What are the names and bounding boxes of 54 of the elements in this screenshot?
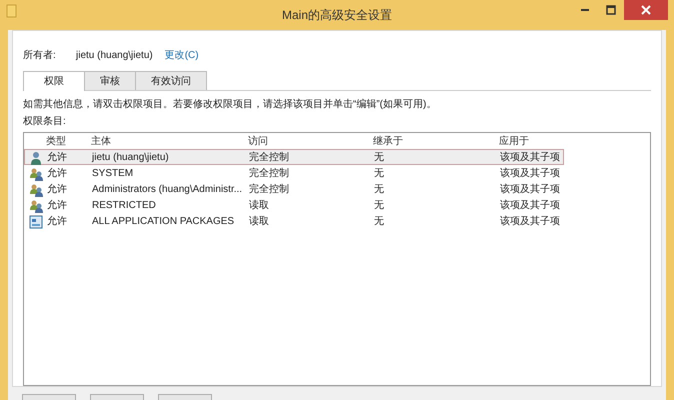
minimize-icon bbox=[581, 9, 589, 11]
table-cell-text: 完全控制 bbox=[249, 150, 290, 165]
table-cell-text: SYSTEM bbox=[92, 167, 134, 181]
close-icon bbox=[641, 5, 651, 15]
table-cell-text: 无 bbox=[374, 151, 385, 165]
table-cell-text: 无 bbox=[374, 183, 385, 197]
column-header[interactable]: 主体 bbox=[91, 134, 248, 148]
table-cell-text: 读取 bbox=[249, 214, 270, 229]
column-header[interactable]: 继承于 bbox=[373, 134, 499, 148]
folder-icon bbox=[6, 4, 18, 18]
table-cell-text: 无 bbox=[374, 167, 385, 181]
column-header[interactable]: 类型 bbox=[46, 134, 91, 148]
maximize-icon bbox=[606, 5, 616, 15]
column-header[interactable]: 访问 bbox=[248, 134, 373, 148]
tab[interactable]: 审核 bbox=[84, 71, 136, 90]
table-cell-text: 该项及其子项 bbox=[500, 214, 561, 229]
info-text: 如需其他信息，请双击权限项目。若要修改权限项目，请选择该项目并单击“编辑”(如果可用)。 bbox=[23, 98, 438, 112]
table-cell-text: 该项及其子项 bbox=[500, 198, 561, 213]
table-cell-text: Administrators (huang\Administr... bbox=[92, 183, 244, 197]
table-cell-text: 读取 bbox=[249, 198, 270, 213]
window-title: Main的高级安全设置 bbox=[282, 7, 392, 24]
table-cell-text: RESTRICTED bbox=[92, 199, 157, 213]
tab[interactable]: 权限 bbox=[23, 71, 85, 91]
table-cell-text: 允许 bbox=[47, 198, 68, 213]
table-cell-text: 允许 bbox=[47, 214, 68, 229]
list-label: 权限条目: bbox=[23, 114, 67, 129]
change-link[interactable]: 更改(C) bbox=[164, 48, 199, 63]
table-cell-text: jietu (huang\jietu) bbox=[92, 151, 170, 165]
user-group-icon bbox=[29, 166, 43, 180]
close-button[interactable] bbox=[624, 0, 668, 20]
table-cell-text: 完全控制 bbox=[249, 166, 290, 181]
user-group-icon bbox=[29, 182, 43, 196]
table-cell-text: 该项及其子项 bbox=[500, 166, 561, 181]
table-cell-text: 该项及其子项 bbox=[500, 182, 561, 197]
table-row[interactable]: 允许 RESTRICTED 读取 无 该项及其子项 bbox=[24, 197, 564, 213]
table-cell-text: 允许 bbox=[47, 150, 68, 165]
column-header[interactable]: 应用于 bbox=[499, 134, 650, 148]
table-cell-text: 无 bbox=[374, 215, 385, 229]
table-cell-text: 无 bbox=[374, 199, 385, 213]
user-group-icon bbox=[29, 198, 43, 212]
table-row[interactable]: 允许 Administrators (huang\Administr... 完全控制 无 该项及其子项 bbox=[24, 181, 564, 197]
table-row[interactable]: 允许 ALL APPLICATION PACKAGES 读取 无 该项及其子项 bbox=[24, 213, 564, 229]
package-icon bbox=[29, 214, 43, 228]
owner-label: 所有者: bbox=[23, 48, 57, 63]
table-row[interactable]: 允许 SYSTEM 完全控制 无 该项及其子项 bbox=[24, 165, 564, 181]
table-cell-text: 完全控制 bbox=[249, 182, 290, 197]
table-row[interactable]: 允许 jietu (huang\jietu) 完全控制 无 该项及其子项 bbox=[24, 149, 564, 165]
table-cell-text: 该项及其子项 bbox=[500, 150, 561, 165]
user-icon bbox=[29, 150, 43, 164]
table-cell-text: 允许 bbox=[47, 182, 68, 197]
tab[interactable]: 有效访问 bbox=[135, 71, 207, 90]
owner-value: jietu (huang\jietu) bbox=[76, 49, 153, 63]
table-cell-text: 允许 bbox=[47, 166, 68, 181]
table-cell-text: ALL APPLICATION PACKAGES bbox=[92, 215, 236, 229]
